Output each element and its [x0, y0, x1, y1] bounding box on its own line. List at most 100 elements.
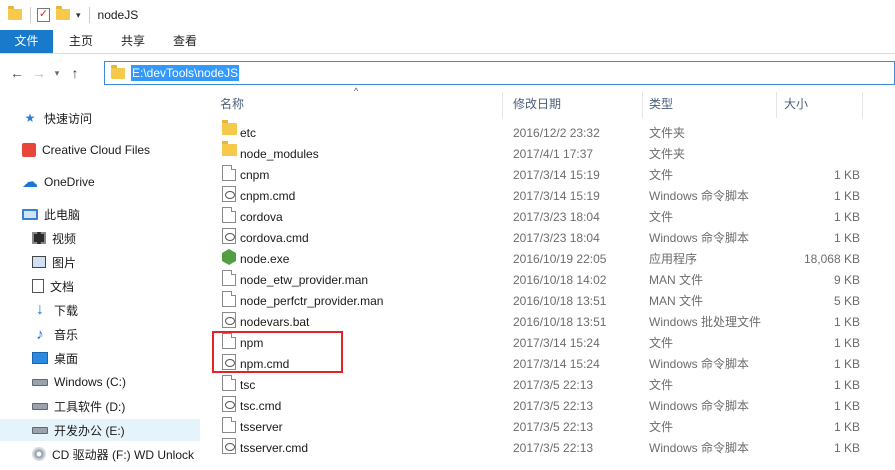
- file-type: 应用程序: [649, 252, 698, 266]
- column-header-size[interactable]: 大小: [784, 88, 864, 118]
- file-icon: [222, 207, 236, 223]
- file-type: 文件: [649, 420, 674, 434]
- file-date: 2017/4/1 17:37: [513, 147, 594, 161]
- file-icon: [222, 417, 236, 433]
- file-icon: [222, 375, 236, 391]
- file-name: node.exe: [240, 252, 290, 266]
- file-type: 文件: [649, 168, 674, 182]
- column-header-date[interactable]: 修改日期: [513, 88, 633, 118]
- sidebar-item-label: 下载: [54, 303, 79, 318]
- file-name: tsserver.cmd: [240, 441, 309, 455]
- file-row[interactable]: cnpm.cmd 2017/3/14 15:19 Windows 命令脚本 1 KB: [213, 186, 895, 207]
- address-path[interactable]: E:\devTools\nodeJS: [131, 65, 240, 81]
- file-row[interactable]: cnpm 2017/3/14 15:19 文件 1 KB: [213, 165, 895, 186]
- sidebar-item-drive-e[interactable]: 开发办公 (E:): [0, 419, 200, 441]
- sidebar-item-documents[interactable]: 文档: [0, 275, 200, 297]
- folder-icon: [111, 64, 125, 79]
- file-date: 2016/12/2 23:32: [513, 126, 600, 140]
- file-date: 2017/3/14 15:19: [513, 189, 600, 203]
- file-row[interactable]: tsc 2017/3/5 22:13 文件 1 KB: [213, 375, 895, 396]
- file-size: 1 KB: [833, 441, 860, 455]
- file-date: 2017/3/14 15:24: [513, 357, 600, 371]
- file-row[interactable]: nodevars.bat 2016/10/18 13:51 Windows 批处理文…: [213, 312, 895, 333]
- column-header-name[interactable]: 名称: [220, 88, 500, 118]
- sidebar-item-label: 音乐: [54, 327, 79, 342]
- sidebar-item-label: OneDrive: [44, 175, 95, 189]
- file-date: 2016/10/18 13:51: [513, 315, 607, 329]
- new-folder-icon[interactable]: [56, 6, 70, 22]
- sidebar-item-music[interactable]: ♪ 音乐: [0, 323, 200, 345]
- navigation-bar: ← → ▾ ↑ E:\devTools\nodeJS: [0, 58, 895, 88]
- file-type: 文件夹: [649, 147, 686, 161]
- file-size: 1 KB: [833, 189, 860, 203]
- file-size: 18,068 KB: [803, 252, 860, 266]
- file-name: etc: [240, 126, 257, 140]
- sidebar-item-pictures[interactable]: 图片: [0, 251, 200, 273]
- file-name: node_perfctr_provider.man: [240, 294, 384, 308]
- file-size: 9 KB: [833, 273, 860, 287]
- column-divider[interactable]: [642, 92, 643, 118]
- column-header-type[interactable]: 类型: [649, 88, 769, 118]
- sidebar-item-downloads[interactable]: ↓ 下载: [0, 299, 200, 321]
- sidebar-item-creative-cloud[interactable]: Creative Cloud Files: [0, 139, 200, 161]
- file-type: Windows 批处理文件: [649, 315, 762, 329]
- sidebar-item-quick-access[interactable]: ★ 快速访问: [0, 107, 200, 129]
- forward-icon[interactable]: →: [28, 65, 50, 81]
- file-row[interactable]: etc 2016/12/2 23:32 文件夹: [213, 120, 895, 144]
- folder-icon[interactable]: [8, 6, 22, 22]
- tab-home[interactable]: 主页: [55, 30, 107, 53]
- file-row[interactable]: node_modules 2017/4/1 17:37 文件夹: [213, 141, 895, 165]
- file-row[interactable]: node_perfctr_provider.man 2016/10/18 13:5…: [213, 291, 895, 312]
- sidebar-item-drive-f[interactable]: CD 驱动器 (F:) WD Unlock: [0, 443, 200, 465]
- file-icon: [222, 291, 236, 307]
- sidebar-item-label: 开发办公 (E:): [54, 423, 125, 438]
- file-row[interactable]: cordova 2017/3/23 18:04 文件 1 KB: [213, 207, 895, 228]
- file-row[interactable]: node.exe 2016/10/19 22:05 应用程序 18,068 KB: [213, 249, 895, 270]
- customize-quick-access-icon[interactable]: ▾: [76, 10, 81, 21]
- file-icon: [222, 165, 236, 181]
- sidebar-item-onedrive[interactable]: ☁ OneDrive: [0, 171, 200, 193]
- star-icon: ★: [24, 111, 36, 125]
- sidebar-item-label: Creative Cloud Files: [42, 143, 151, 157]
- back-icon[interactable]: ←: [6, 65, 28, 81]
- file-date: 2017/3/5 22:13: [513, 378, 594, 392]
- sidebar-item-label: 视频: [52, 231, 77, 246]
- file-row[interactable]: cordova.cmd 2017/3/23 18:04 Windows 命令脚本 1 …: [213, 228, 895, 249]
- sidebar-item-label: 工具软件 (D:): [54, 399, 126, 414]
- folder-icon: [222, 120, 237, 135]
- file-row[interactable]: node_etw_provider.man 2016/10/18 14:02 MAN…: [213, 270, 895, 291]
- sidebar-item-drive-c[interactable]: Windows (C:): [0, 371, 200, 393]
- sidebar-item-desktop[interactable]: 桌面: [0, 347, 200, 369]
- file-explorer-window: ✓ ▾ nodeJS 文件 主页 共享 查看 ← → ▾ ↑ E:\devToo…: [0, 0, 895, 470]
- address-bar[interactable]: E:\devTools\nodeJS: [104, 61, 895, 85]
- divider: [88, 7, 90, 23]
- file-row[interactable]: tsserver 2017/3/5 22:13 文件 1 KB: [213, 417, 895, 438]
- column-divider[interactable]: [776, 92, 777, 118]
- recent-locations-icon[interactable]: ▾: [50, 68, 64, 79]
- file-icon: [222, 270, 236, 286]
- file-size: 1 KB: [833, 357, 860, 371]
- up-icon[interactable]: ↑: [64, 65, 86, 81]
- file-name: nodevars.bat: [240, 315, 310, 329]
- file-type: Windows 命令脚本: [649, 357, 750, 371]
- drive-icon: [32, 426, 48, 434]
- file-size: 1 KB: [833, 210, 860, 224]
- file-date: 2016/10/18 14:02: [513, 273, 607, 287]
- download-icon: ↓: [36, 301, 44, 318]
- sidebar-item-drive-d[interactable]: 工具软件 (D:): [0, 395, 200, 417]
- sidebar-item-label: CD 驱动器 (F:) WD Unlock: [52, 447, 194, 462]
- file-size: 1 KB: [833, 336, 860, 350]
- tab-view[interactable]: 查看: [159, 30, 211, 53]
- sidebar-item-videos[interactable]: 视频: [0, 227, 200, 249]
- tab-file[interactable]: 文件: [0, 30, 53, 53]
- properties-icon[interactable]: ✓: [37, 8, 50, 22]
- sidebar-item-label: 此电脑: [44, 207, 81, 222]
- column-divider[interactable]: [862, 92, 863, 118]
- column-divider[interactable]: [502, 92, 503, 118]
- tab-share[interactable]: 共享: [107, 30, 159, 53]
- file-row[interactable]: tsc.cmd 2017/3/5 22:13 Windows 命令脚本 1 KB: [213, 396, 895, 417]
- script-file-icon: [222, 438, 236, 454]
- ribbon-tabs: 文件 主页 共享 查看: [0, 30, 895, 54]
- sidebar-item-this-pc[interactable]: 此电脑: [0, 203, 200, 225]
- file-row[interactable]: tsserver.cmd 2017/3/5 22:13 Windows 命令脚本 1 …: [213, 438, 895, 459]
